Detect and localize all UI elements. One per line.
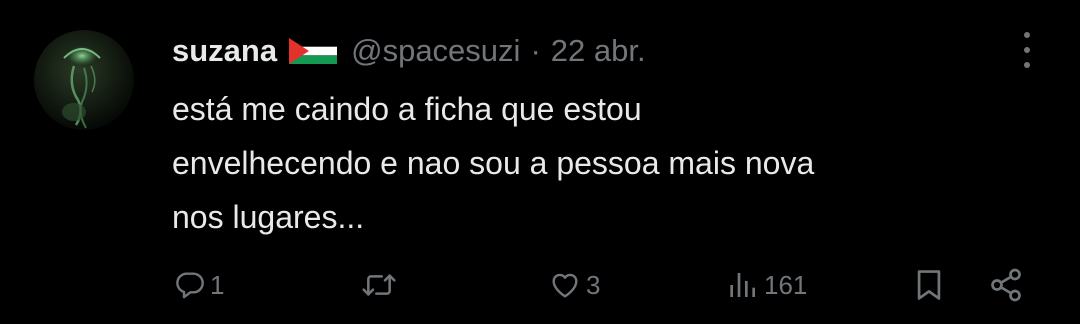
- reply-count: 1: [210, 269, 225, 300]
- separator-dot: ·: [530, 33, 541, 68]
- tweet[interactable]: suzana @spacesuzi · 22 abr. está me cain…: [0, 0, 1080, 324]
- handle[interactable]: @spacesuzi: [351, 33, 520, 69]
- like-count: 3: [586, 269, 601, 300]
- views-count: 161: [764, 269, 808, 300]
- more-options-icon[interactable]: [1012, 30, 1042, 70]
- tweet-text-line: nos lugares...: [172, 199, 365, 235]
- views-button[interactable]: 161: [726, 260, 807, 310]
- heart-icon: [552, 273, 578, 298]
- retweet-icon: [362, 274, 396, 296]
- more-dot: [1024, 32, 1030, 38]
- share-icon: [991, 268, 1021, 302]
- more-dot: [1024, 62, 1030, 68]
- retweet-button[interactable]: [360, 260, 402, 310]
- share-button[interactable]: [986, 260, 1026, 310]
- palestine-flag-icon: [289, 38, 338, 64]
- tweet-text-line: está me caindo a ficha que estou: [172, 91, 642, 127]
- like-button[interactable]: 3: [548, 260, 600, 310]
- bookmark-icon: [917, 270, 941, 300]
- tweet-header: suzana @spacesuzi · 22 abr.: [172, 28, 646, 74]
- reply-button[interactable]: 1: [174, 260, 224, 310]
- tweet-text-line: envelhecendo e nao sou a pessoa mais nov…: [172, 145, 815, 181]
- views-icon: [730, 273, 755, 297]
- more-dot: [1024, 47, 1030, 53]
- bookmark-button[interactable]: [912, 260, 946, 310]
- tweet-date[interactable]: 22 abr.: [551, 33, 646, 69]
- display-name[interactable]: suzana: [172, 33, 277, 69]
- avatar[interactable]: [34, 30, 134, 130]
- jellyfish-avatar-icon: [60, 46, 104, 129]
- tweet-text: está me caindo a ficha que estou envelhe…: [172, 82, 1032, 244]
- reply-icon: [176, 272, 204, 299]
- action-bar: 1 3 161: [0, 260, 1080, 310]
